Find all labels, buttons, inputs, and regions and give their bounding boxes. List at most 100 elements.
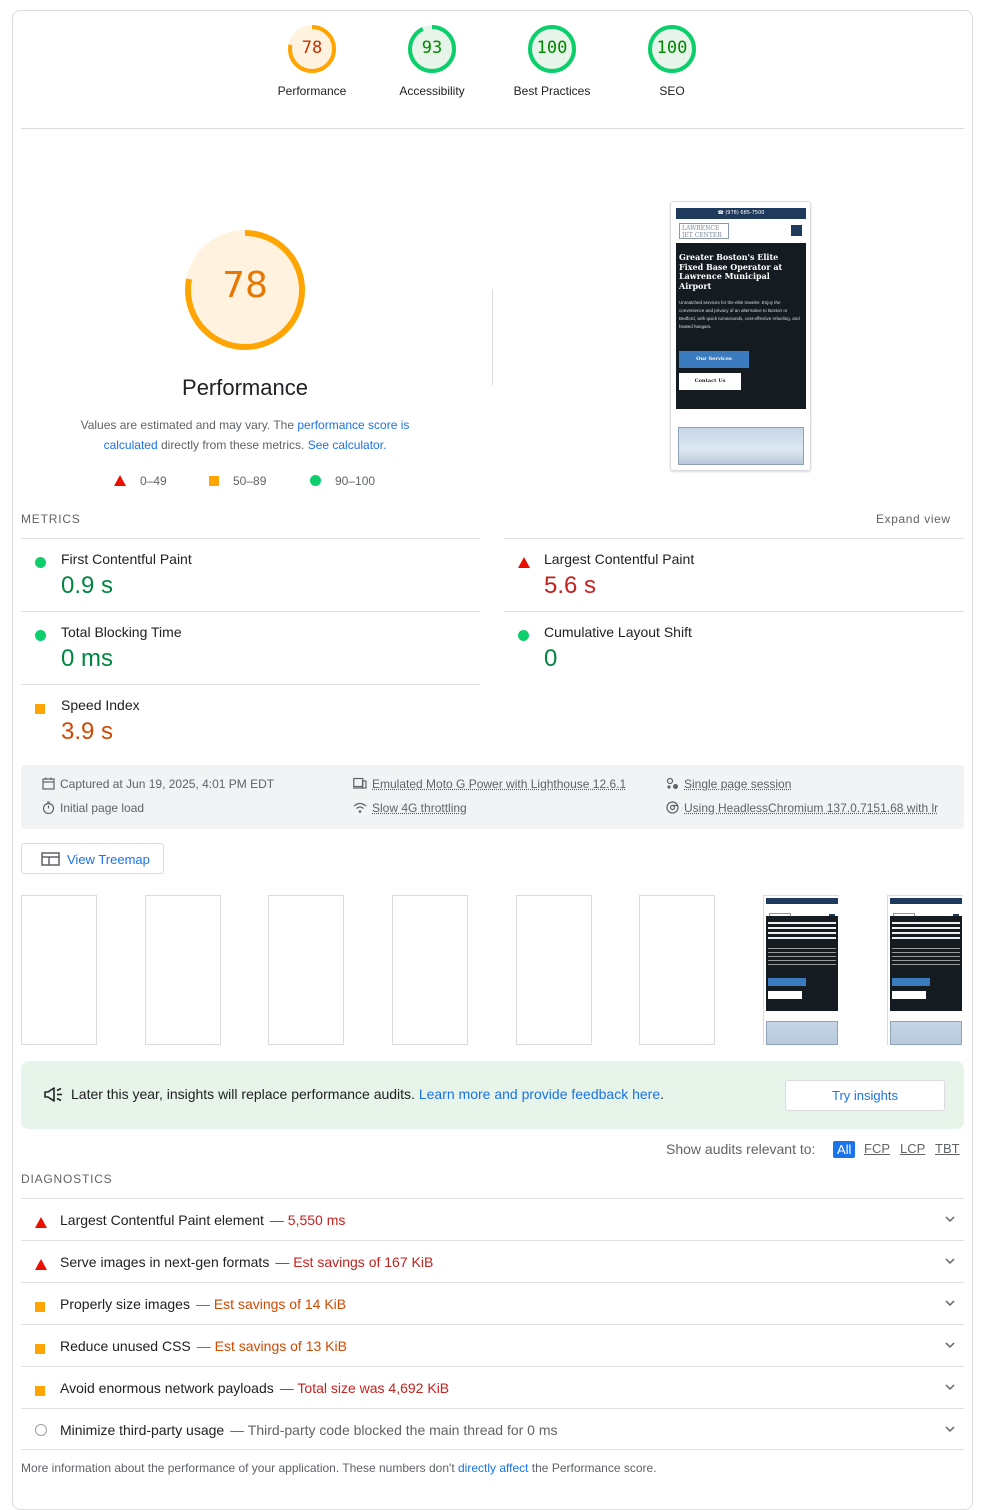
average-square-icon	[35, 1298, 45, 1314]
treemap-icon	[41, 852, 60, 866]
audit-row[interactable]: Largest Contentful Paint element — 5,550 …	[21, 1198, 964, 1240]
metric-cls: Cumulative Layout Shift 0	[504, 611, 944, 683]
chevron-down-icon	[944, 1297, 956, 1309]
env-captured: Captured at Jun 19, 2025, 4:01 PM EDT	[42, 777, 274, 791]
audit-row[interactable]: Minimize third-party usage — Third-party …	[21, 1408, 964, 1450]
timer-icon	[42, 801, 55, 814]
env-session[interactable]: Single page session	[666, 777, 791, 791]
footer-text: More information about the performance o…	[21, 1461, 458, 1475]
legend-label: 90–100	[335, 474, 375, 488]
audit-name: Minimize third-party usage	[60, 1422, 224, 1438]
gauge-best-practices[interactable]: 100 Best Practices	[492, 24, 612, 98]
chrome-icon	[666, 801, 679, 814]
filter-lcp[interactable]: LCP	[900, 1141, 925, 1156]
legend-fail: 0–49	[114, 474, 167, 488]
calculator-link[interactable]: See calculator.	[308, 438, 387, 452]
filmstrip-frame	[516, 895, 592, 1045]
audit-name: Reduce unused CSS	[60, 1338, 191, 1354]
desc-text: directly from these metrics.	[158, 438, 308, 452]
filter-fcp[interactable]: FCP	[864, 1141, 890, 1156]
average-square-icon	[35, 1382, 45, 1398]
audit-row[interactable]: Properly size images — Est savings of 14 …	[21, 1282, 964, 1324]
screenshot-contact-button: Contact Us	[679, 373, 741, 390]
megaphone-icon	[44, 1087, 64, 1103]
directly-affect-link[interactable]: directly affect	[458, 1461, 528, 1475]
filmstrip-frame	[763, 895, 839, 1045]
expand-view-toggle[interactable]: Expand view	[876, 512, 951, 526]
audit-name: Serve images in next-gen formats	[60, 1254, 269, 1270]
pass-circle-icon	[310, 475, 321, 486]
pass-circle-icon	[35, 554, 46, 570]
filmstrip-thumbnail	[764, 896, 840, 1046]
audit-row[interactable]: Serve images in next-gen formats — Est sa…	[21, 1240, 964, 1282]
audit-detail: — 5,550 ms	[270, 1212, 345, 1228]
gauge-accessibility[interactable]: 93 Accessibility	[372, 24, 492, 98]
feedback-link[interactable]: Learn more and provide feedback here	[419, 1086, 660, 1102]
metric-value: 3.9 s	[61, 718, 113, 746]
env-text: Using HeadlessChromium 137.0.7151.68 wit…	[684, 801, 938, 815]
audit-name: Largest Contentful Paint element	[60, 1212, 264, 1228]
score-legend: 0–49 50–89 90–100	[114, 474, 414, 490]
filmstrip-frame	[145, 895, 221, 1045]
screenshot-heading: Greater Boston's Elite Fixed Base Operat…	[679, 253, 801, 291]
metrics-heading: METRICS	[21, 512, 81, 526]
filmstrip-thumbnail	[888, 896, 964, 1046]
audit-row[interactable]: Reduce unused CSS — Est savings of 13 KiB	[21, 1324, 964, 1366]
pass-circle-icon	[35, 627, 46, 643]
env-device[interactable]: Emulated Moto G Power with Lighthouse 12…	[353, 777, 626, 791]
footer-text: the Performance score.	[528, 1461, 656, 1475]
metric-value: 0	[544, 645, 557, 673]
chevron-down-icon	[944, 1381, 956, 1393]
audit-name: Properly size images	[60, 1296, 190, 1312]
metric-value: 0.9 s	[61, 572, 113, 600]
audit-detail: — Est savings of 14 KiB	[196, 1296, 346, 1312]
env-throttling[interactable]: Slow 4G throttling	[353, 801, 467, 815]
env-text: Single page session	[684, 777, 791, 791]
filter-tbt[interactable]: TBT	[935, 1141, 960, 1156]
try-insights-button[interactable]: Try insights	[785, 1080, 945, 1111]
calendar-icon	[42, 777, 55, 790]
env-text: Slow 4G throttling	[372, 801, 467, 815]
legend-average: 50–89	[209, 474, 266, 488]
runtime-settings: Captured at Jun 19, 2025, 4:01 PM EDT In…	[21, 765, 964, 829]
screenshot-nav: LAWRENCE JET CENTER	[676, 219, 806, 243]
screenshot-hero: Greater Boston's Elite Fixed Base Operat…	[676, 243, 806, 409]
filter-label: Show audits relevant to:	[666, 1141, 815, 1157]
audit-title: Minimize third-party usage — Third-party …	[60, 1422, 558, 1438]
info-circle-icon	[35, 1423, 47, 1439]
audit-title: Reduce unused CSS — Est savings of 13 KiB	[60, 1338, 347, 1354]
audit-row[interactable]: Avoid enormous network payloads — Total s…	[21, 1366, 964, 1408]
gauge-seo[interactable]: 100 SEO	[612, 24, 732, 98]
audit-title: Avoid enormous network payloads — Total s…	[60, 1380, 449, 1396]
fail-triangle-icon	[35, 1214, 47, 1230]
audit-title: Largest Contentful Paint element — 5,550 …	[60, 1212, 345, 1228]
vertical-divider	[492, 289, 493, 385]
legend-label: 0–49	[140, 474, 167, 488]
gauge-performance[interactable]: 78 Performance	[252, 24, 372, 98]
insights-text: Later this year, insights will replace p…	[71, 1086, 664, 1102]
metric-name: Cumulative Layout Shift	[544, 624, 692, 640]
final-screenshot[interactable]: ☎ (978) 685-7500 LAWRENCE JET CENTER Gre…	[670, 201, 811, 471]
audit-title: Properly size images — Est savings of 14 …	[60, 1296, 346, 1312]
screenshot-paragraph: Unmatched services for the elite travele…	[679, 299, 803, 331]
screenshot-logo: LAWRENCE JET CENTER	[679, 223, 729, 239]
env-browser[interactable]: Using HeadlessChromium 137.0.7151.68 wit…	[666, 801, 948, 815]
chevron-down-icon	[944, 1213, 956, 1225]
gauge-score: 100	[492, 38, 612, 58]
filmstrip-frame	[639, 895, 715, 1045]
chevron-down-icon	[944, 1255, 956, 1267]
metric-lcp: Largest Contentful Paint 5.6 s	[504, 538, 944, 610]
env-text: Captured at Jun 19, 2025, 4:01 PM EDT	[60, 777, 274, 791]
gauge-label: Performance	[252, 84, 372, 98]
filter-all[interactable]: All	[833, 1141, 855, 1158]
filmstrip-frame	[392, 895, 468, 1045]
env-text: Initial page load	[60, 801, 144, 815]
metric-value: 5.6 s	[544, 572, 596, 600]
insights-banner: Later this year, insights will replace p…	[21, 1061, 964, 1129]
banner-text: Later this year, insights will replace p…	[71, 1086, 419, 1102]
metric-value: 0 ms	[61, 645, 113, 673]
divider	[21, 128, 964, 129]
treemap-label: View Treemap	[67, 852, 150, 867]
view-treemap-button[interactable]: View Treemap	[21, 843, 164, 874]
chevron-down-icon	[944, 1339, 956, 1351]
